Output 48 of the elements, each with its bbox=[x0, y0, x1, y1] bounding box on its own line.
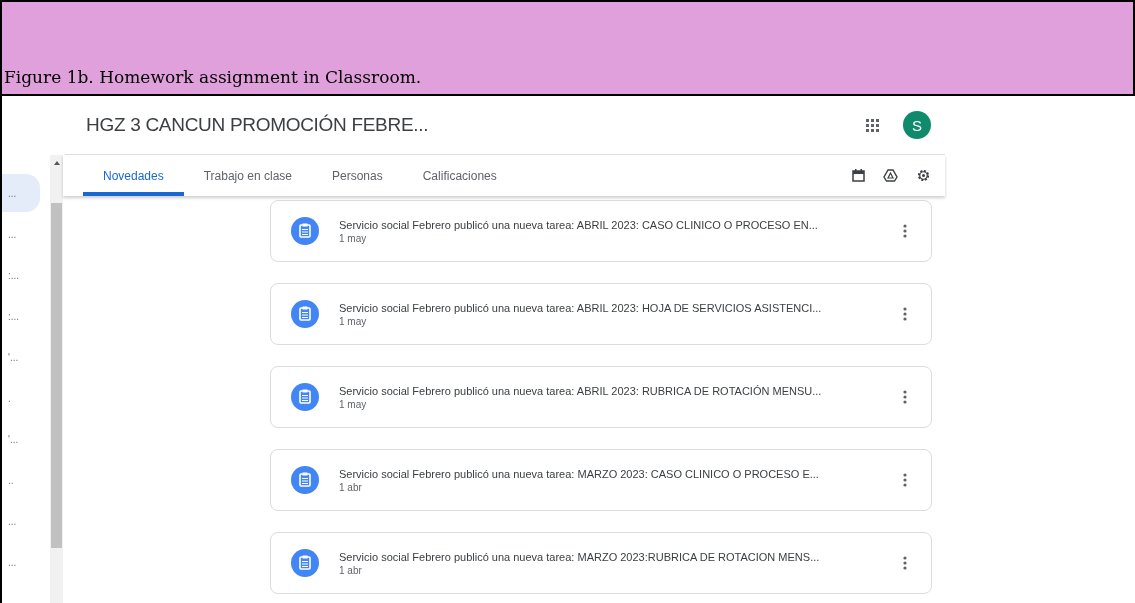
post-date: 1 may bbox=[339, 232, 368, 244]
post-title: Servicio social Febrero publicó una nueva tarea: ABRIL 2023: HOJA DE SERVICIOS ASISTENCI... bbox=[339, 301, 823, 314]
sidebar-item[interactable]: . bbox=[2, 388, 30, 408]
more-options-icon[interactable] bbox=[903, 556, 907, 570]
post-date: 1 abr bbox=[339, 481, 363, 493]
course-title: HGZ 3 CANCUN PROMOCIÓN FEBRE... bbox=[86, 114, 429, 136]
sidebar-item[interactable]: :... bbox=[2, 306, 30, 326]
sidebar-item[interactable]: ... bbox=[2, 174, 40, 212]
more-options-icon[interactable] bbox=[903, 473, 907, 487]
assignment-icon bbox=[291, 300, 319, 328]
sidebar-item[interactable]: ... bbox=[2, 552, 30, 572]
post-date: 1 abr bbox=[339, 564, 363, 576]
scroll-up-arrow-icon[interactable] bbox=[53, 161, 60, 165]
post-title: Servicio social Febrero publicó una nueva tarea: MARZO 2023: CASO CLINICO O PROCESO E... bbox=[339, 467, 820, 480]
assignment-icon bbox=[291, 549, 319, 577]
assignment-icon bbox=[291, 383, 319, 411]
assignment-card[interactable]: Servicio social Febrero publicó una nueva tarea: MARZO 2023: CASO CLINICO O PROCESO E... 1 abr bbox=[270, 449, 932, 511]
tab[interactable]: Trabajo en clase bbox=[183, 155, 312, 196]
drive-icon[interactable] bbox=[883, 169, 898, 182]
assignment-card[interactable]: Servicio social Febrero publicó una nueva tarea: MARZO 2023:RUBRICA DE ROTACION MENS... 1 abr bbox=[270, 532, 932, 594]
sidebar-item[interactable]: '... bbox=[2, 347, 30, 367]
assignment-icon bbox=[291, 217, 319, 245]
user-avatar[interactable]: S bbox=[903, 111, 931, 139]
post-date: 1 may bbox=[339, 398, 368, 410]
assignment-card[interactable]: Servicio social Febrero publicó una nueva tarea: ABRIL 2023: HOJA DE SERVICIOS ASISTENCI... 1 may bbox=[270, 283, 932, 345]
post-title: Servicio social Febrero publicó una nueva tarea: ABRIL 2023: CASO CLINICO O PROCESO EN... bbox=[339, 218, 819, 231]
assignment-icon bbox=[291, 466, 319, 494]
sidebar-item[interactable]: ... bbox=[2, 224, 30, 244]
scrollbar[interactable] bbox=[50, 155, 63, 603]
calendar-icon[interactable] bbox=[852, 169, 865, 182]
post-title: Servicio social Febrero publicó una nueva tarea: MARZO 2023:RUBRICA DE ROTACION MENS... bbox=[339, 550, 821, 563]
settings-icon[interactable] bbox=[916, 168, 931, 183]
tab[interactable]: Personas bbox=[312, 155, 403, 196]
more-options-icon[interactable] bbox=[903, 224, 907, 238]
tab[interactable]: Calificaciones bbox=[402, 155, 517, 196]
more-options-icon[interactable] bbox=[903, 307, 907, 321]
post-title: Servicio social Febrero publicó una nueva tarea: ABRIL 2023: RUBRICA DE ROTACIÓN MENSU... bbox=[339, 384, 823, 397]
more-options-icon[interactable] bbox=[903, 390, 907, 404]
sidebar-item[interactable]: .. bbox=[2, 470, 30, 490]
post-date: 1 may bbox=[339, 315, 368, 327]
figure-caption: Figure 1b. Homework assignment in Classroom. bbox=[4, 67, 422, 87]
sidebar-item[interactable]: ... bbox=[2, 511, 30, 531]
sidebar-item[interactable]: '... bbox=[2, 429, 30, 449]
sidebar-item[interactable]: :... bbox=[2, 265, 30, 285]
tab[interactable]: Novedades bbox=[83, 155, 184, 196]
assignment-card[interactable]: Servicio social Febrero publicó una nueva tarea: ABRIL 2023: RUBRICA DE ROTACIÓN MENSU... 1 may bbox=[270, 366, 932, 428]
apps-grid-icon[interactable] bbox=[865, 118, 879, 132]
assignment-card[interactable]: Servicio social Febrero publicó una nueva tarea: ABRIL 2023: CASO CLINICO O PROCESO EN... 1 may bbox=[270, 200, 932, 262]
